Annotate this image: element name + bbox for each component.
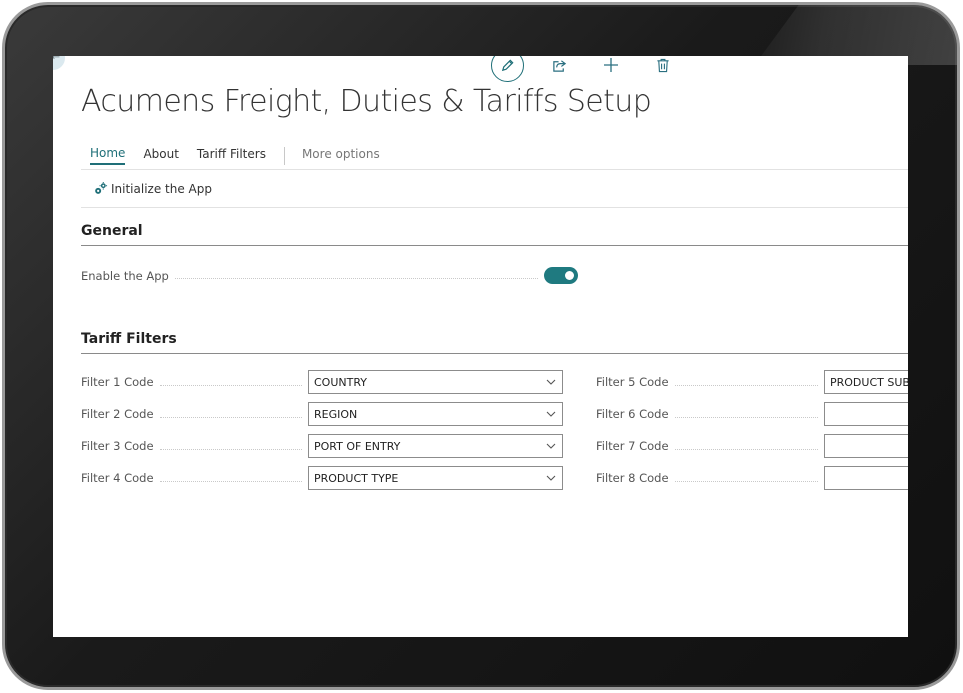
page-title: Acumens Freight, Duties & Tariffs Setup [81,84,652,119]
filter-3-row: Filter 3 Code PORT OF ENTRY [81,434,563,458]
back-icon[interactable]: ← [53,56,65,70]
filter-8-row: Filter 8 Code [596,466,908,490]
general-section-rule [81,245,908,246]
filter-7-label: Filter 7 Code [596,439,669,453]
filter-2-label: Filter 2 Code [81,407,154,421]
filter-3-value: PORT OF ENTRY [314,439,401,453]
leader-dots [174,278,538,279]
filter-5-row: Filter 5 Code PRODUCT SUB- [596,370,908,394]
enable-app-row: Enable the App [81,267,578,284]
gears-icon [95,181,108,194]
enable-app-toggle[interactable] [544,267,578,284]
chevron-down-icon [546,411,556,417]
filter-1-label: Filter 1 Code [81,375,154,389]
edit-icon [501,58,514,71]
filter-1-value: COUNTRY [314,375,367,389]
initialize-app-button[interactable]: Initialize the App [93,181,212,196]
app-screen: ← Acumens Freight, Duties & Tariffs Setu… [53,56,908,637]
general-section-title[interactable]: General [81,223,143,239]
filter-1-row: Filter 1 Code COUNTRY [81,370,563,394]
trash-icon [657,58,669,72]
tab-separator [283,146,285,165]
leader-dots [674,448,818,450]
edit-button[interactable] [491,56,524,82]
filter-6-select[interactable] [824,402,908,426]
filter-6-row: Filter 6 Code [596,402,908,426]
filter-7-row: Filter 7 Code [596,434,908,458]
filter-2-value: REGION [314,407,358,421]
leader-dots [159,416,302,418]
filter-5-select[interactable]: PRODUCT SUB- [824,370,908,394]
chevron-down-icon [546,443,556,449]
filter-4-row: Filter 4 Code PRODUCT TYPE [81,466,563,490]
chevron-down-icon [546,475,556,481]
action-divider [81,207,908,208]
filter-6-label: Filter 6 Code [596,407,669,421]
filter-4-label: Filter 4 Code [81,471,154,485]
filter-5-value: PRODUCT SUB- [830,375,908,389]
initialize-app-label: Initialize the App [111,181,212,196]
delete-button[interactable] [655,57,671,73]
leader-dots [159,480,302,482]
filter-8-select[interactable] [824,466,908,490]
tab-bar: Home About Tariff Filters More options [90,146,398,165]
tariff-filters-section-title[interactable]: Tariff Filters [81,331,177,347]
leader-dots [159,448,302,450]
leader-dots [674,480,818,482]
tab-divider [81,169,908,170]
filter-1-select[interactable]: COUNTRY [308,370,563,394]
chevron-down-icon [546,379,556,385]
filter-3-label: Filter 3 Code [81,439,154,453]
tab-tariff-filters[interactable]: Tariff Filters [197,147,266,164]
share-icon [552,59,566,72]
leader-dots [674,416,818,418]
plus-icon [604,58,618,72]
filter-7-select[interactable] [824,434,908,458]
leader-dots [674,384,818,386]
filter-3-select[interactable]: PORT OF ENTRY [308,434,563,458]
tab-about[interactable]: About [143,147,178,164]
tab-home[interactable]: Home [90,146,126,165]
tariff-filters-section-rule [81,353,908,354]
enable-app-label: Enable the App [81,268,169,283]
filter-2-row: Filter 2 Code REGION [81,402,563,426]
top-action-bar [491,56,671,82]
filter-4-select[interactable]: PRODUCT TYPE [308,466,563,490]
filter-4-value: PRODUCT TYPE [314,471,399,485]
share-button[interactable] [551,57,567,73]
leader-dots [159,384,302,386]
tab-more-options[interactable]: More options [302,147,380,164]
filter-8-label: Filter 8 Code [596,471,669,485]
filter-5-label: Filter 5 Code [596,375,669,389]
filter-2-select[interactable]: REGION [308,402,563,426]
new-button[interactable] [603,57,619,73]
